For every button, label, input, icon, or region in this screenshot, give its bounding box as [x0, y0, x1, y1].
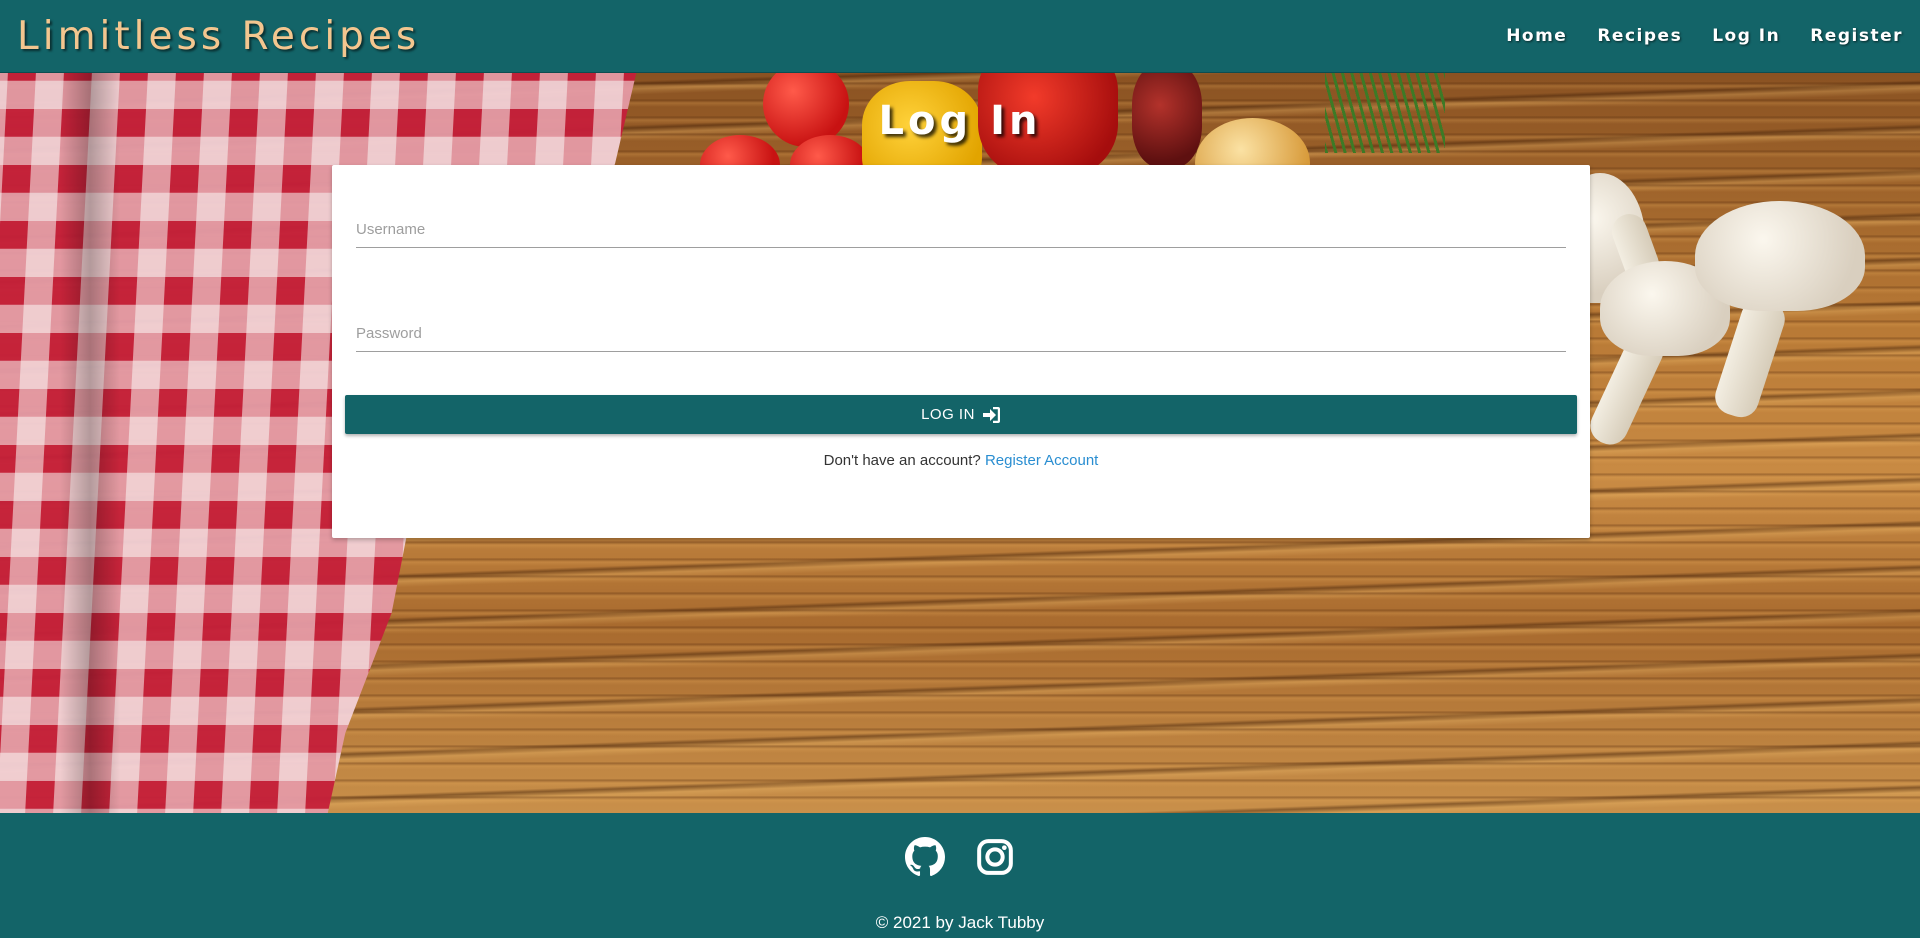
register-account-link[interactable]: Register Account: [985, 452, 1098, 469]
page-title: Log In: [878, 98, 1042, 144]
mushroom-image: [1695, 201, 1865, 311]
register-prompt-text: Don't have an account?: [823, 452, 981, 469]
copyright-text: © 2021 by Jack Tubby: [875, 913, 1045, 932]
username-input[interactable]: [356, 190, 1566, 248]
navbar: Limitless Recipes Home Recipes Log In Re…: [0, 0, 1920, 73]
sign-in-icon: [982, 406, 1000, 423]
hero-section: Log In LOG IN Don't have an account? Reg…: [0, 73, 1920, 813]
nav-home[interactable]: Home: [1506, 26, 1567, 46]
github-link[interactable]: [905, 837, 945, 877]
register-prompt-line: Don't have an account? Register Account: [332, 452, 1590, 469]
login-card: LOG IN Don't have an account? Register A…: [332, 165, 1590, 538]
brand-logo[interactable]: Limitless Recipes: [17, 14, 420, 59]
footer: © 2021 by Jack Tubby: [0, 813, 1920, 938]
password-field-wrapper: [356, 294, 1566, 354]
cloth-shadow: [60, 73, 120, 813]
github-icon: [905, 837, 945, 877]
log-in-button[interactable]: LOG IN: [345, 395, 1577, 434]
nav-register[interactable]: Register: [1810, 26, 1903, 46]
social-links: [0, 837, 1920, 877]
instagram-link[interactable]: [975, 837, 1015, 877]
nav-recipes[interactable]: Recipes: [1597, 26, 1682, 46]
password-input[interactable]: [356, 294, 1566, 352]
nav-links: Home Recipes Log In Register: [1506, 26, 1903, 46]
instagram-icon: [977, 839, 1013, 875]
username-field-wrapper: [356, 190, 1566, 250]
nav-log-in[interactable]: Log In: [1712, 26, 1780, 46]
log-in-button-label: LOG IN: [921, 406, 975, 423]
